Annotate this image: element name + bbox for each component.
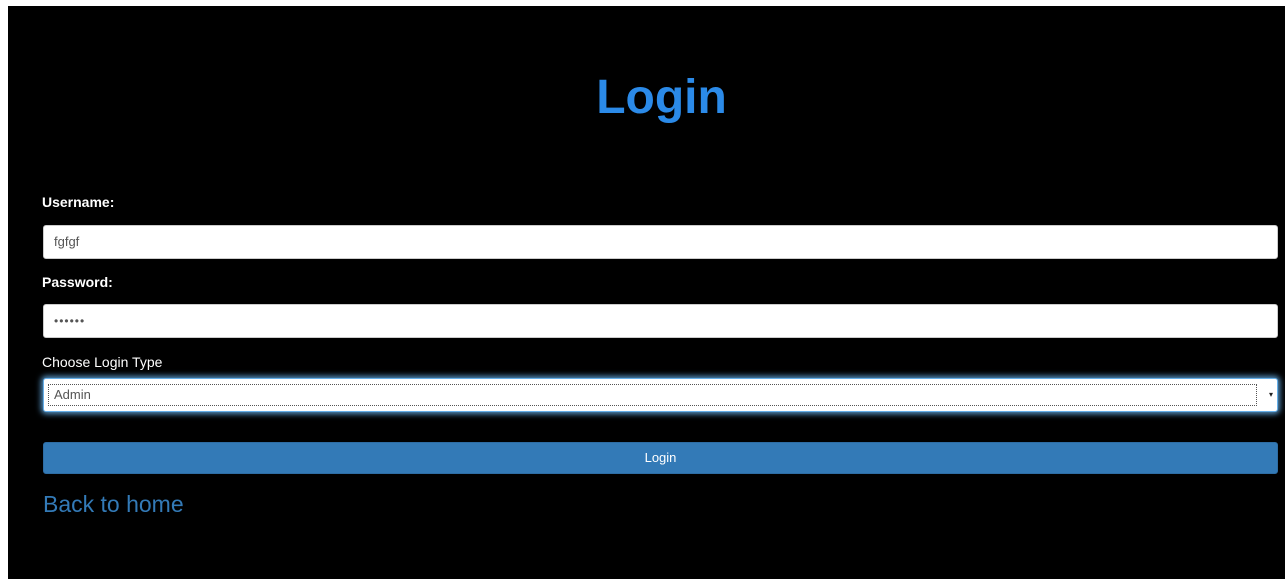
- login-type-label: Choose Login Type: [42, 354, 163, 370]
- password-label: Password:: [42, 274, 113, 290]
- password-input[interactable]: ••••••: [43, 304, 1278, 338]
- login-type-selected: Admin: [48, 384, 1257, 406]
- username-label: Username:: [42, 194, 115, 210]
- password-value: ••••••: [54, 314, 86, 328]
- login-page: Login Username: fgfgf Password: •••••• C…: [8, 6, 1285, 579]
- username-input[interactable]: fgfgf: [43, 225, 1278, 259]
- login-button[interactable]: Login: [43, 442, 1278, 474]
- back-to-home-link[interactable]: Back to home: [43, 490, 184, 518]
- login-type-select[interactable]: Admin ▾: [43, 378, 1278, 412]
- dropdown-arrow-icon[interactable]: ▾: [1266, 381, 1276, 409]
- page-title: Login: [596, 71, 727, 124]
- username-value: fgfgf: [54, 234, 80, 249]
